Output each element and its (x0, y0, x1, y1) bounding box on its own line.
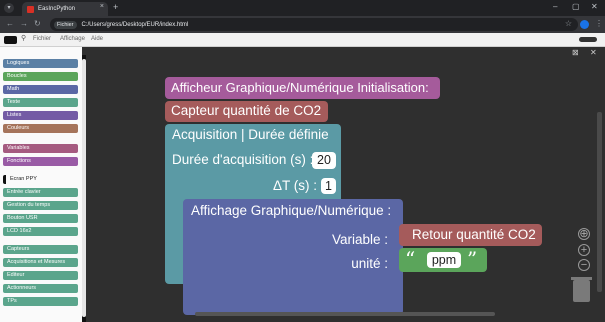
unit-field[interactable]: ppm (427, 252, 461, 268)
toolbox-category[interactable]: Capteurs (3, 245, 78, 254)
tab-search-button[interactable]: ▾ (4, 3, 14, 13)
close-panel-icon[interactable]: ✕ (590, 48, 597, 57)
toolbox-category[interactable]: LCD 16x2 (3, 227, 78, 236)
toolbox-category[interactable]: Ecran PPY (3, 175, 78, 184)
capteur-block[interactable]: Capteur quantité de CO2 (165, 101, 328, 122)
toolbox-category[interactable]: Bouton USR (3, 214, 78, 223)
variable-label: Variable : (331, 232, 388, 247)
recenter-button[interactable]: ⊕ (578, 228, 590, 240)
url-text: C:/Users/gress/Desktop/EUR/index.html (81, 21, 189, 28)
toolbox: Logiques Boucles Math Texte Listes Couleurs Va… (0, 47, 82, 322)
forward-button[interactable]: → (20, 19, 28, 28)
toolbox-category[interactable]: TPs (3, 297, 78, 306)
retour-co2-block[interactable]: Retour quantité CO2 (399, 224, 542, 246)
duree-label: Durée d'acquisition (s) : (172, 152, 314, 167)
bookmark-star-icon[interactable]: ☆ (565, 19, 572, 28)
back-button[interactable]: ← (6, 19, 14, 28)
brand-logo (579, 37, 597, 42)
browser-toolbar: ← → ↻ Fichier C:/Users/gress/Desktop/EUR… (0, 16, 605, 33)
unite-label: unité : (351, 256, 388, 271)
affichage-label: Affichage Graphique/Numérique : (191, 203, 392, 218)
new-tab-button[interactable]: + (113, 2, 118, 12)
quote-close: ” (467, 247, 478, 271)
browser-menu-button[interactable]: ⋮ (595, 19, 603, 28)
acquisition-label: Acquisition | Durée définie (172, 127, 329, 142)
app-menubar: ⚲ Fichier Affichage Aide (0, 33, 605, 47)
zoom-in-button[interactable]: + (578, 244, 590, 256)
minimize-button[interactable]: – (553, 2, 557, 11)
tab-title: EasIncPython (38, 6, 76, 12)
trash-icon[interactable] (571, 277, 592, 302)
tab-close-button[interactable]: × (100, 3, 104, 10)
save-icon[interactable]: ⊠ (572, 48, 579, 57)
dt-label: ΔT (s) : (273, 178, 318, 193)
reload-button[interactable]: ↻ (34, 19, 41, 28)
init-block[interactable]: Afficheur Graphique/Numérique Initialisa… (165, 77, 440, 99)
app-logo (4, 36, 17, 44)
toolbox-category[interactable]: Variables (3, 144, 78, 153)
toolbox-category[interactable]: Fonctions (3, 157, 78, 166)
workspace-hscrollbar[interactable] (195, 312, 495, 316)
toolbox-category[interactable]: Texte (3, 98, 78, 107)
favicon-icon (27, 5, 34, 13)
toolbox-category[interactable]: Couleurs (3, 124, 78, 133)
toolbox-category[interactable]: Actionneurs (3, 284, 78, 293)
duree-field[interactable]: 20 (312, 152, 336, 169)
pin-icon[interactable]: ⚲ (21, 34, 26, 42)
quote-open: “ (405, 247, 416, 271)
toolbox-scrollbar[interactable] (82, 55, 86, 322)
menu-fichier[interactable]: Fichier (33, 36, 51, 42)
dt-field[interactable]: 1 (321, 178, 336, 194)
toolbox-category[interactable]: Listes (3, 111, 78, 120)
address-bar[interactable]: Fichier C:/Users/gress/Desktop/EUR/index… (50, 18, 578, 31)
close-window-button[interactable]: ✕ (591, 2, 598, 11)
text-block[interactable]: “ ppm ” (399, 247, 487, 272)
workspace-vscrollbar[interactable] (597, 112, 602, 292)
browser-tab[interactable]: EasIncPython × (22, 2, 108, 16)
maximize-button[interactable]: ▢ (572, 2, 580, 11)
toolbox-category[interactable]: Math (3, 85, 78, 94)
tab-strip: ▾ EasIncPython × + – ▢ ✕ (0, 0, 605, 16)
toolbox-category[interactable]: Acquisitions et Mesures (3, 258, 78, 267)
zoom-out-button[interactable]: − (578, 259, 590, 271)
site-info-chip[interactable]: Fichier (54, 20, 77, 29)
menu-affichage[interactable]: Affichage (60, 36, 85, 42)
toolbox-category[interactable]: Boucles (3, 72, 78, 81)
affichage-block[interactable]: Affichage Graphique/Numérique : Variable… (183, 199, 403, 315)
toolbox-category[interactable]: Gestion du temps (3, 201, 78, 210)
blockly-workspace[interactable]: ⊠ ✕ Logiques Boucles Math Texte Listes Couleu… (0, 47, 605, 322)
menu-aide[interactable]: Aide (91, 36, 103, 42)
profile-avatar[interactable] (580, 20, 589, 29)
toolbox-category[interactable]: Logiques (3, 59, 78, 68)
toolbox-category[interactable]: Editeur (3, 271, 78, 280)
toolbox-category[interactable]: Entrée clavier (3, 188, 78, 197)
